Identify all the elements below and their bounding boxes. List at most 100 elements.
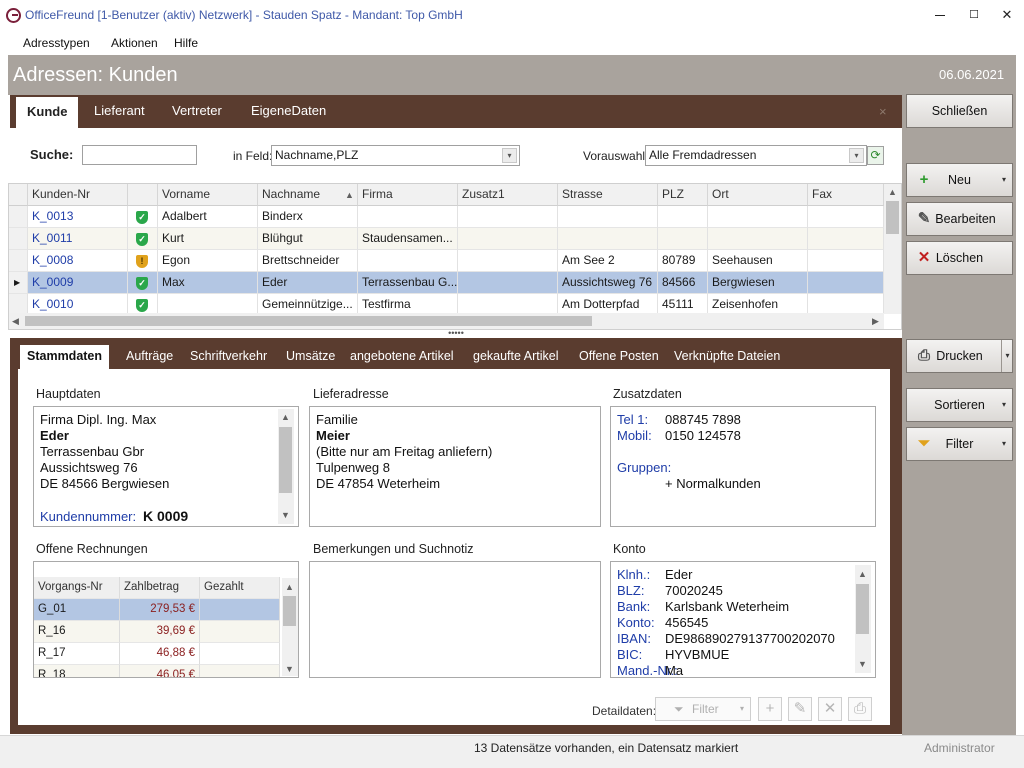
tab-offene-posten[interactable]: Offene Posten [572, 345, 666, 369]
grid-cell-plz[interactable]: 80789 [658, 250, 708, 272]
grid-cell-strasse[interactable]: Am See 2 [558, 250, 658, 272]
maximize-icon[interactable]: ☐ [957, 0, 991, 31]
grid-cell-nr[interactable]: K_0009 [28, 272, 128, 294]
grid-column-header[interactable]: Firma [358, 184, 458, 206]
minimize-icon[interactable] [923, 0, 957, 31]
bemerkungen-textarea[interactable] [309, 561, 601, 678]
grid-cell-nachname[interactable]: Binderx [258, 206, 358, 228]
grid-cell-zusatz1[interactable] [458, 228, 558, 250]
tab-gekaufte-artikel[interactable]: gekaufte Artikel [466, 345, 565, 369]
print-button[interactable]: ⎙ Drucken ▾ [906, 339, 1013, 373]
menu-adresstypen[interactable]: Adresstypen [23, 36, 90, 50]
scroll-up-icon[interactable]: ▲ [281, 412, 290, 422]
sort-ascending-icon[interactable]: ▲ [345, 190, 354, 200]
hauptdaten-scroll-thumb[interactable] [279, 427, 292, 493]
scroll-down-icon[interactable]: ▼ [285, 664, 294, 674]
print-icon[interactable]: ⎙ [848, 697, 872, 721]
grid-cell-fax[interactable] [808, 228, 884, 250]
scroll-up-icon[interactable]: ▲ [888, 187, 897, 197]
grid-vertical-scroll-thumb[interactable] [886, 201, 899, 234]
konto-box[interactable]: Klnh.: Eder BLZ: 70020245 Bank: Karlsbank Wet… [610, 561, 876, 678]
grid-column-header[interactable]: Fax [808, 184, 884, 206]
grid-column-header[interactable]: PLZ [658, 184, 708, 206]
edit-button[interactable]: ✎ Bearbeiten [906, 202, 1013, 236]
offene-rechnungen-table[interactable]: Vorgangs-Nr Zahlbetrag Gezahlt G_01 279,53 €… [33, 561, 299, 678]
grid-cell-nachname[interactable]: Brettschneider [258, 250, 358, 272]
scroll-down-icon[interactable]: ▼ [281, 510, 290, 520]
grid-cell-ort[interactable]: Seehausen [708, 250, 808, 272]
grid-cell-nr[interactable]: K_0008 [28, 250, 128, 272]
row-indicator[interactable]: ▶ [9, 272, 28, 294]
new-button[interactable]: + Neu ▾ [906, 163, 1013, 197]
panel-splitter[interactable]: ••••• [10, 329, 902, 338]
tabs-close-icon[interactable]: × [879, 104, 887, 119]
grid-cell-plz[interactable] [658, 228, 708, 250]
scroll-left-icon[interactable]: ◀ [12, 316, 19, 327]
grid-column-header[interactable]: Strasse [558, 184, 658, 206]
konto-scroll-thumb[interactable] [856, 584, 869, 634]
row-status-cell[interactable]: ✓ [128, 206, 158, 228]
invoice-cell-betrag[interactable]: 46,05 € [120, 665, 200, 677]
grid-cell-vorname[interactable]: Max [158, 272, 258, 294]
invoice-cell-nr[interactable]: G_01 [34, 599, 120, 621]
grid-cell-firma[interactable]: Staudensamen... [358, 228, 458, 250]
grid-cell-zusatz1[interactable] [458, 272, 558, 294]
row-indicator[interactable] [9, 250, 28, 272]
plus-icon[interactable]: + [758, 697, 782, 721]
invoice-cell-nr[interactable]: R_18 [34, 665, 120, 677]
chevron-down-icon[interactable]: ▾ [1001, 340, 1013, 372]
pencil-icon[interactable]: ✎ [788, 697, 812, 721]
invoice-cell-betrag[interactable]: 46,88 € [120, 643, 200, 665]
invoice-cell-nr[interactable]: R_17 [34, 643, 120, 665]
invoice-cell-betrag[interactable]: 39,69 € [120, 621, 200, 643]
scroll-up-icon[interactable]: ▲ [285, 582, 294, 592]
tab-verknuepfte-dateien[interactable]: Verknüpfte Dateien [667, 345, 787, 369]
search-input[interactable] [82, 145, 197, 165]
field-select[interactable]: Nachname,PLZ ▾ [271, 145, 520, 166]
grid-cell-nr[interactable]: K_0011 [28, 228, 128, 250]
chevron-down-icon[interactable]: ▾ [1002, 428, 1006, 460]
grid-cell-nachname[interactable]: Blühgut [258, 228, 358, 250]
refresh-icon[interactable]: ⟳ [867, 146, 884, 165]
row-indicator[interactable] [9, 228, 28, 250]
chevron-down-icon[interactable]: ▾ [1002, 389, 1006, 421]
invoice-cell-gezahlt[interactable] [200, 599, 280, 621]
grid-cell-fax[interactable] [808, 250, 884, 272]
menu-aktionen[interactable]: Aktionen [111, 36, 158, 50]
tab-auftraege[interactable]: Aufträge [119, 345, 180, 369]
grid-column-header[interactable] [128, 184, 158, 206]
detail-filter-button[interactable]: ⏷ Filter ▾ [655, 697, 751, 721]
tab-kunde[interactable]: Kunde [16, 97, 79, 128]
chevron-down-icon[interactable]: ▾ [849, 148, 864, 163]
grid-cell-nachname[interactable]: Eder [258, 272, 358, 294]
tab-angebotene-artikel[interactable]: angebotene Artikel [343, 345, 461, 369]
row-indicator[interactable] [9, 206, 28, 228]
close-icon[interactable]: ✕ [990, 0, 1024, 31]
grid-cell-plz[interactable] [658, 206, 708, 228]
invoice-cell-gezahlt[interactable] [200, 621, 280, 643]
grid-cell-strasse[interactable] [558, 206, 658, 228]
grid-column-header[interactable]: Ort [708, 184, 808, 206]
invoice-cell-nr[interactable]: R_16 [34, 621, 120, 643]
invoice-cell-gezahlt[interactable] [200, 643, 280, 665]
tab-lieferant[interactable]: Lieferant [83, 95, 156, 128]
invoice-column-header[interactable]: Gezahlt [200, 577, 280, 599]
scroll-down-icon[interactable]: ▼ [858, 659, 867, 669]
delete-button[interactable]: ✕ Löschen [906, 241, 1013, 275]
tab-eigenedaten[interactable]: EigeneDaten [240, 95, 337, 128]
grid-cell-fax[interactable] [808, 206, 884, 228]
row-status-cell[interactable]: ✓ [128, 272, 158, 294]
grid-column-header[interactable]: Nachname [258, 184, 358, 206]
grid-cell-ort[interactable] [708, 228, 808, 250]
tab-stammdaten[interactable]: Stammdaten [20, 345, 110, 369]
invoice-column-header[interactable]: Zahlbetrag [120, 577, 200, 599]
grid-cell-vorname[interactable]: Kurt [158, 228, 258, 250]
grid-horizontal-scroll-thumb[interactable] [25, 316, 592, 326]
invoice-cell-gezahlt[interactable] [200, 665, 280, 677]
scroll-up-icon[interactable]: ▲ [858, 569, 867, 579]
grid-cell-firma[interactable] [358, 206, 458, 228]
grid-cell-zusatz1[interactable] [458, 250, 558, 272]
delete-x-icon[interactable]: ✕ [818, 697, 842, 721]
rechnungen-scrollbar[interactable] [282, 578, 298, 676]
grid-cell-ort[interactable]: Bergwiesen [708, 272, 808, 294]
